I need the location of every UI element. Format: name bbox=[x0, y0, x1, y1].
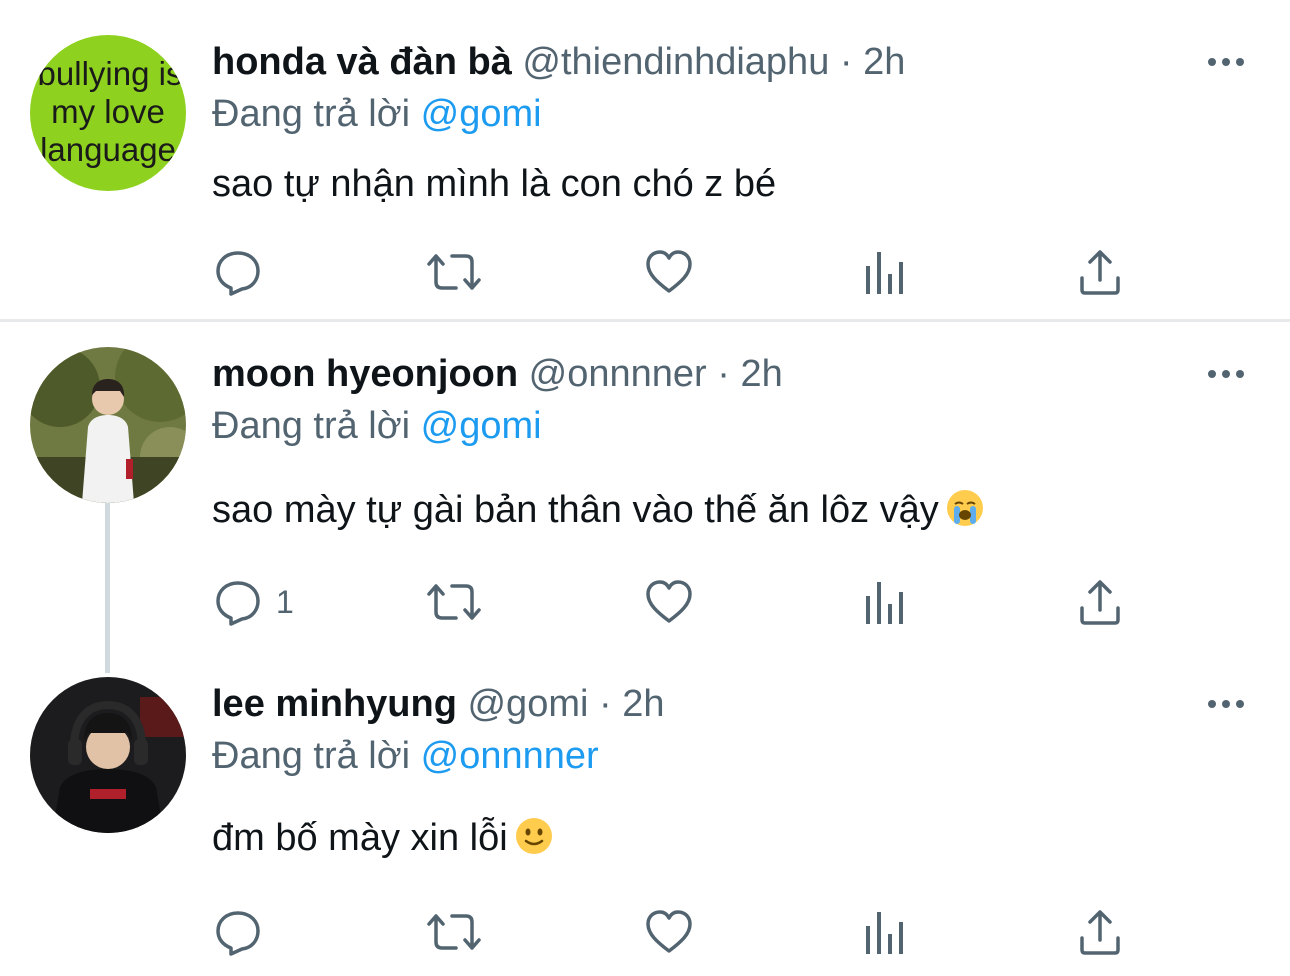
tweet-text-content: sao mày tự gài bản thân vào thế ăn lôz v… bbox=[212, 489, 939, 531]
avatar-image bbox=[30, 347, 186, 503]
reply-button[interactable]: 1 bbox=[212, 572, 294, 632]
reply-icon bbox=[216, 251, 260, 296]
replying-label: Đang trả lời bbox=[212, 93, 411, 135]
timestamp[interactable]: 2h bbox=[863, 41, 905, 83]
display-name[interactable]: honda và đàn bà bbox=[212, 41, 512, 83]
display-name[interactable]: moon hyeonjoon bbox=[212, 353, 518, 395]
retweet-icon bbox=[427, 914, 481, 950]
tweet-text-content: đm bố mày xin lỗi bbox=[212, 817, 508, 859]
more-icon bbox=[1208, 370, 1244, 378]
tweet-feed: bullying is my love language honda và đà… bbox=[0, 0, 1290, 976]
avatar[interactable] bbox=[30, 677, 186, 833]
mention-link[interactable]: @onnnner bbox=[421, 735, 599, 777]
like-button[interactable] bbox=[643, 902, 695, 962]
more-icon bbox=[1208, 700, 1244, 708]
retweet-icon bbox=[427, 254, 481, 290]
like-button[interactable] bbox=[643, 572, 695, 632]
loudly-crying-face-emoji bbox=[945, 488, 985, 538]
share-button[interactable] bbox=[1078, 902, 1122, 962]
avatar-image bbox=[30, 677, 186, 833]
handle[interactable]: @onnnner bbox=[529, 353, 707, 395]
handle[interactable]: @thiendinhdiaphu bbox=[522, 41, 829, 83]
heart-icon bbox=[646, 580, 692, 623]
heart-icon bbox=[646, 910, 692, 953]
more-button[interactable] bbox=[1206, 694, 1246, 714]
share-icon bbox=[1080, 910, 1120, 955]
reply-button[interactable] bbox=[212, 902, 276, 962]
retweet-button[interactable] bbox=[425, 242, 483, 302]
svg-text:my love: my love bbox=[51, 93, 165, 130]
tweet[interactable]: lee minhyung @gomi · 2h Đang trả lời @on… bbox=[0, 662, 1290, 976]
mention-link[interactable]: @gomi bbox=[421, 405, 542, 447]
display-name[interactable]: lee minhyung bbox=[212, 683, 457, 725]
reply-icon bbox=[216, 911, 260, 956]
tweet-header: moon hyeonjoon @onnnner · 2h bbox=[212, 352, 783, 396]
replying-to: Đang trả lời @gomi bbox=[212, 404, 542, 448]
replying-to: Đang trả lời @gomi bbox=[212, 92, 542, 136]
more-icon bbox=[1208, 58, 1244, 66]
analytics-icon bbox=[866, 582, 903, 624]
analytics-button[interactable] bbox=[862, 902, 908, 962]
tweet-text: đm bố mày xin lỗi bbox=[212, 816, 554, 866]
reply-icon bbox=[216, 581, 260, 626]
tweet-text: sao tự nhận mình là con chó z bé bbox=[212, 163, 777, 205]
retweet-button[interactable] bbox=[425, 902, 483, 962]
tweet-header: lee minhyung @gomi · 2h bbox=[212, 682, 665, 726]
replying-label: Đang trả lời bbox=[212, 735, 411, 777]
share-icon bbox=[1080, 250, 1120, 295]
avatar[interactable]: bullying is my love language bbox=[30, 35, 186, 191]
timestamp[interactable]: 2h bbox=[740, 353, 782, 395]
handle[interactable]: @gomi bbox=[467, 683, 588, 725]
analytics-button[interactable] bbox=[862, 572, 908, 632]
tweet-text: sao mày tự gài bản thân vào thế ăn lôz v… bbox=[212, 488, 985, 538]
avatar-image: bullying is my love language bbox=[30, 35, 186, 191]
separator: · bbox=[717, 353, 730, 395]
timestamp[interactable]: 2h bbox=[622, 683, 664, 725]
slightly-smiling-face-emoji bbox=[514, 816, 554, 866]
tweet[interactable]: bullying is my love language honda và đà… bbox=[0, 0, 1290, 320]
action-bar bbox=[0, 242, 1290, 302]
like-button[interactable] bbox=[643, 242, 695, 302]
reply-button[interactable] bbox=[212, 242, 276, 302]
tweet-header: honda và đàn bà @thiendinhdiaphu · 2h bbox=[212, 40, 905, 84]
svg-text:language: language bbox=[40, 131, 176, 168]
separator: · bbox=[599, 683, 612, 725]
share-button[interactable] bbox=[1078, 572, 1122, 632]
separator: · bbox=[839, 41, 853, 83]
replying-to: Đang trả lời @onnnner bbox=[212, 734, 599, 778]
retweet-icon bbox=[427, 584, 481, 620]
more-button[interactable] bbox=[1206, 52, 1246, 72]
retweet-button[interactable] bbox=[425, 572, 483, 632]
action-bar bbox=[0, 902, 1290, 962]
tweet[interactable]: moon hyeonjoon @onnnner · 2h Đang trả lờ… bbox=[0, 322, 1290, 662]
share-button[interactable] bbox=[1078, 242, 1122, 302]
analytics-icon bbox=[866, 912, 903, 954]
analytics-icon bbox=[866, 252, 903, 294]
avatar[interactable] bbox=[30, 347, 186, 503]
mention-link[interactable]: @gomi bbox=[421, 93, 542, 135]
more-button[interactable] bbox=[1206, 364, 1246, 384]
svg-text:bullying is: bullying is bbox=[38, 55, 183, 92]
reply-count: 1 bbox=[276, 583, 294, 620]
action-bar: 1 bbox=[0, 572, 1290, 632]
heart-icon bbox=[646, 250, 692, 293]
replying-label: Đang trả lời bbox=[212, 405, 411, 447]
analytics-button[interactable] bbox=[862, 242, 908, 302]
share-icon bbox=[1080, 580, 1120, 625]
